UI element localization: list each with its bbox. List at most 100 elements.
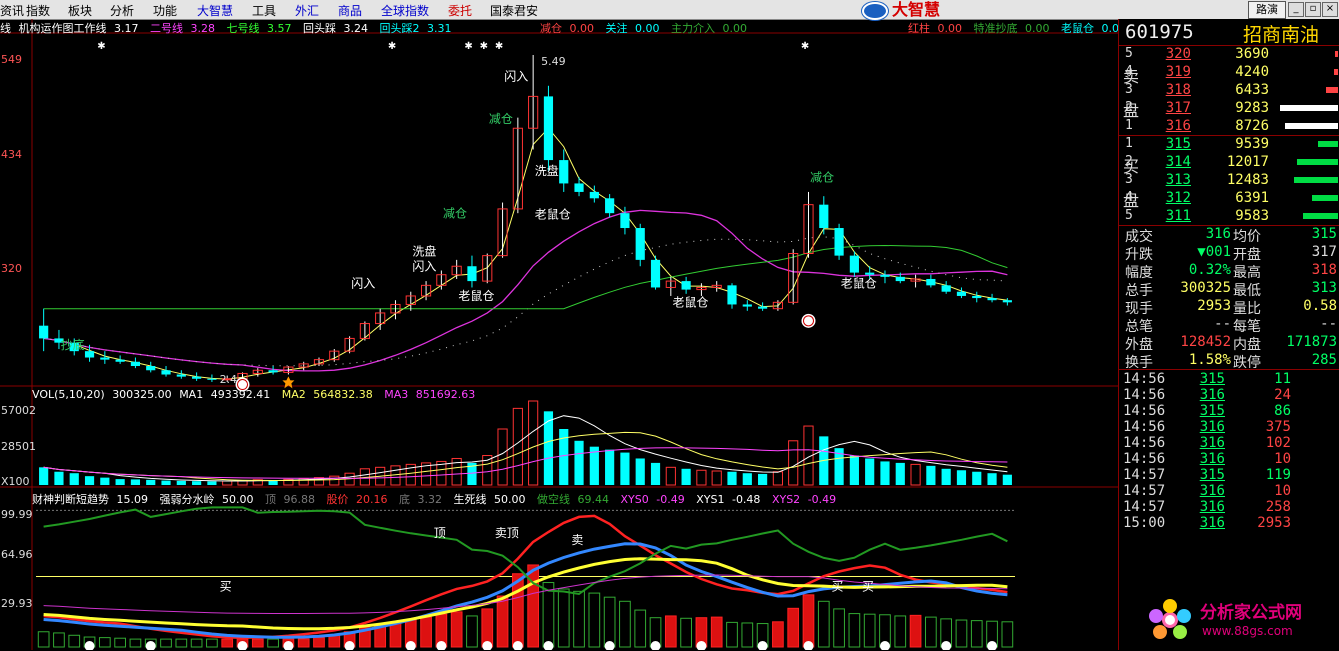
menu-item-dzh[interactable]: 大智慧 [197,2,233,19]
indicator-signal-label: 买 [862,580,874,594]
volume-bar [941,468,951,485]
menu-item-broker[interactable]: 国泰君安 [490,2,538,19]
candle-body [758,306,768,309]
ind-legend-7: XYS0 -0.49 [620,493,685,506]
indicator-column [206,638,218,648]
tick-volume: 86 [1274,403,1291,419]
volume-bar [742,473,752,485]
menu-item-tools[interactable]: 工具 [252,2,276,19]
close-icon[interactable]: × [1322,2,1338,17]
top-signal-icon: ✱ [495,41,503,52]
candle-body [146,366,156,371]
vol-legend-ma2: MA2 564832.38 [281,388,373,401]
top-menu-bar: 资讯 指数 板块 分析 功能 大智慧 工具 外汇 商品 全球指数 委托 国泰君安… [0,0,1339,20]
top-signal-icon: ✱ [97,41,105,52]
volume-bar [146,479,156,485]
menu-item-trade[interactable]: 委托 [448,2,472,19]
menu-item-index[interactable]: 指数 [26,2,50,19]
volume-bar [54,471,64,485]
indicator-column [894,615,907,648]
order-level: 1 [1125,118,1133,133]
volume-bar [772,471,783,486]
tick-volume: 375 [1265,419,1291,435]
tick-row: 14:56 316 375 [1119,419,1339,435]
quote-value: 2953 [1197,298,1231,314]
menu-item-global-index[interactable]: 全球指数 [381,2,429,19]
menu-item-news[interactable]: 资讯 [0,2,24,19]
indicator-column [98,637,111,648]
watermark: 分析家公式网 www.88gs.com [1140,592,1339,648]
indicator-column [420,616,432,648]
minimize-icon[interactable]: _ [1288,2,1304,17]
candle-body [972,295,982,299]
volume-bar [865,458,875,485]
tick-time: 14:56 [1123,451,1166,467]
step-line [43,557,1008,631]
candle-body [987,298,997,301]
tick-row: 14:56 316 10 [1119,451,1339,467]
order-level: 4 [1125,190,1133,205]
vol-legend-ma1: MA1 493392.41 [179,388,271,401]
order-depth-bar [1297,159,1338,165]
order-volume: 3690 [1235,46,1269,62]
bottom-smiley-icon [987,641,998,650]
order-volume: 12483 [1226,172,1269,188]
stock-code[interactable]: 601975 [1125,21,1194,43]
volume-bar [605,449,615,485]
volume-bar [528,400,539,486]
indicator-column [160,638,172,648]
tick-price: 316 [1199,387,1225,403]
tick-time: 14:57 [1123,467,1166,483]
tick-volume: 258 [1265,499,1291,515]
sell-order-row: 5 320 3690 [1119,46,1339,64]
order-volume: 6433 [1235,82,1269,98]
chart-svg: 5.492.4闪入减仓洗盘老鼠仓洗盘闪入闪入减仓老鼠仓抄底减仓老鼠仓老鼠仓✱ ✱ ✱… [0,19,1118,650]
quote-value: 128452 [1180,334,1231,350]
candle-body [819,204,829,229]
indicator-column [221,638,234,648]
ind-legend-3: 股价 20.16 [326,493,388,506]
route-button[interactable]: 路演 [1248,1,1286,19]
sell-order-row: 2 317 9283 [1119,100,1339,118]
indicator-column [450,611,463,648]
candle-body [727,285,737,305]
menu-item-forex[interactable]: 外汇 [295,2,319,19]
indicator-column [680,617,692,648]
stock-name[interactable]: 招商南油 [1243,20,1319,47]
candle-body [650,259,661,288]
vol-tick-mid: 28501 [1,440,36,453]
volume-bar [711,470,722,486]
bottom-smiley-icon [757,641,768,650]
menu-item-analysis[interactable]: 分析 [110,2,134,19]
order-price: 317 [1165,100,1191,116]
tick-price: 315 [1199,371,1225,387]
vol-legend-value: 300325.00 [112,388,172,401]
menu-item-sector[interactable]: 板块 [68,2,92,19]
volume-bar [926,465,936,485]
tick-volume: 2953 [1257,515,1291,531]
quote-key: 内盘 [1233,337,1261,353]
volume-bar [895,462,905,485]
quote-value: -- [1214,316,1231,332]
bottom-smiley-icon [941,641,952,650]
tick-row: 14:57 315 119 [1119,467,1339,483]
tick-time: 14:56 [1123,387,1166,403]
order-price: 315 [1165,136,1191,152]
quote-row: 换手 1.58% 跌停 285 [1119,352,1339,371]
indicator-signal-label: 卖顶 [495,526,519,540]
order-price: 311 [1165,208,1191,224]
restore-icon[interactable]: ▫ [1305,2,1321,17]
tick-price: 315 [1199,467,1225,483]
menu-item-commodity[interactable]: 商品 [338,2,362,19]
order-level: 3 [1125,82,1133,97]
candle-body [865,272,875,275]
quote-row: 总手 300325 最低 313 [1119,280,1339,299]
indicator-column [619,600,631,648]
indicator-column [37,631,50,648]
kline-chart-area[interactable]: 5.49 2.4 闪入 减仓 洗盘 老鼠仓 洗盘 闪入 闪入 减仓 老鼠仓 抄底 减仓 老鼠仓 老鼠仓 ✱ ✱ ✱… [0,19,1126,650]
tick-price: 316 [1199,435,1225,451]
indicator-column [664,615,677,648]
menu-item-function[interactable]: 功能 [153,2,177,19]
candle-body [742,304,752,307]
main-indicator-legend-far-right: 红柱 0.00 特准抄底 0.00 老鼠仓 0.00 [908,20,1134,36]
